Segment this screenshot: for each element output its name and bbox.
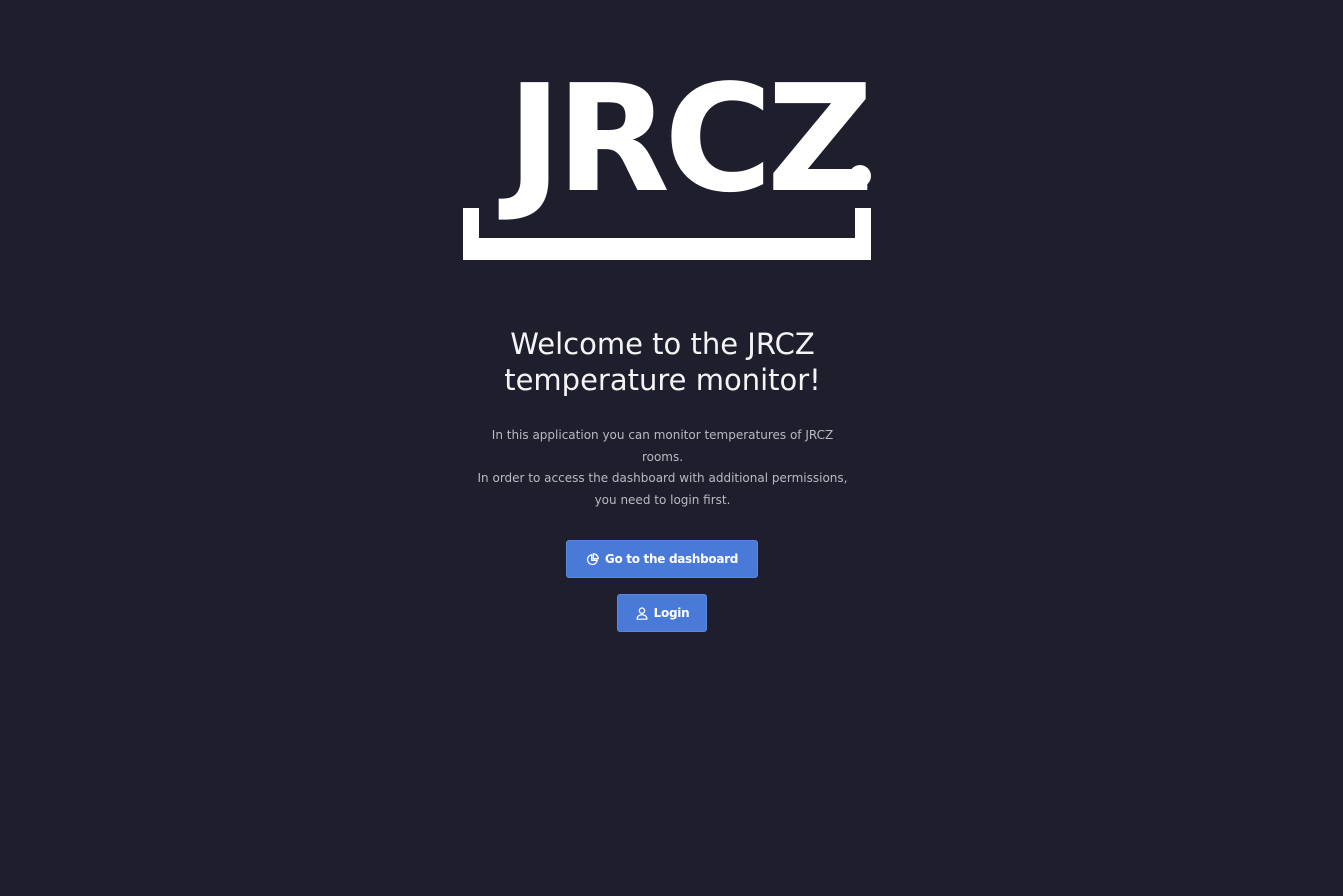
- welcome-title-line1: Welcome to the JRCZ: [510, 327, 815, 361]
- pie-chart-icon: [586, 552, 600, 566]
- logo-dot: [849, 165, 871, 187]
- user-icon: [635, 606, 649, 620]
- go-to-dashboard-label: Go to the dashboard: [604, 552, 739, 566]
- login-label: Login: [653, 606, 690, 620]
- description-line1: In this application you can monitor temp…: [491, 428, 834, 442]
- go-to-dashboard-button[interactable]: Go to the dashboard: [566, 540, 758, 578]
- description-line4: you need to login first.: [594, 492, 731, 507]
- logo-wordmark: JRCZ: [498, 78, 868, 225]
- description-line2: rooms.: [641, 449, 684, 464]
- welcome-page: JRCZ Welcome to the JRCZ temperature mon…: [0, 0, 1343, 896]
- welcome-title: Welcome to the JRCZ temperature monitor!: [400, 326, 925, 398]
- description-line3: In order to access the dashboard with ad…: [477, 471, 848, 485]
- welcome-description: In this application you can monitor temp…: [440, 425, 885, 511]
- jrcz-logo-graphic: JRCZ: [463, 78, 874, 260]
- jrcz-logo: JRCZ: [455, 78, 880, 268]
- login-button[interactable]: Login: [617, 594, 707, 632]
- welcome-title-line2: temperature monitor!: [504, 363, 821, 397]
